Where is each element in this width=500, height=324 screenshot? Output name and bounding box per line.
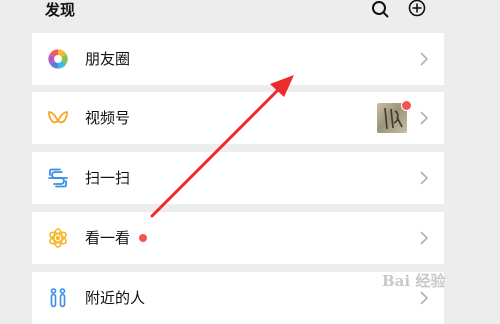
chevron-right-icon (420, 111, 429, 125)
page-title: 发现 (45, 1, 76, 19)
channels-icon (48, 111, 68, 124)
top-bar: 发现 (0, 0, 500, 30)
chevron-right-icon (420, 231, 429, 245)
notification-dot (139, 234, 147, 242)
top-stories-icon (49, 228, 67, 248)
list-item-label: 朋友圈 (85, 50, 131, 68)
search-icon[interactable] (370, 0, 390, 20)
moments-icon (47, 48, 69, 70)
list-item-label: 视频号 (85, 109, 131, 127)
list-item-scan[interactable]: 扫一扫 (32, 152, 444, 204)
list-item-label: 附近的人 (85, 289, 146, 307)
people-nearby-icon (50, 288, 66, 308)
notification-badge (401, 100, 412, 111)
list-item-moments[interactable]: 朋友圈 (32, 33, 444, 85)
list-item-channels[interactable]: 视频号 (32, 92, 444, 144)
chevron-right-icon (420, 52, 429, 66)
watermark: Bai 经验 (382, 272, 446, 290)
add-icon[interactable] (407, 0, 427, 20)
list-item-label: 扫一扫 (85, 169, 131, 187)
chevron-right-icon (420, 291, 429, 305)
scan-icon (48, 168, 68, 188)
list-item-label: 看一看 (85, 229, 131, 247)
chevron-right-icon (420, 171, 429, 185)
list-item-top-stories[interactable]: 看一看 (32, 212, 444, 264)
